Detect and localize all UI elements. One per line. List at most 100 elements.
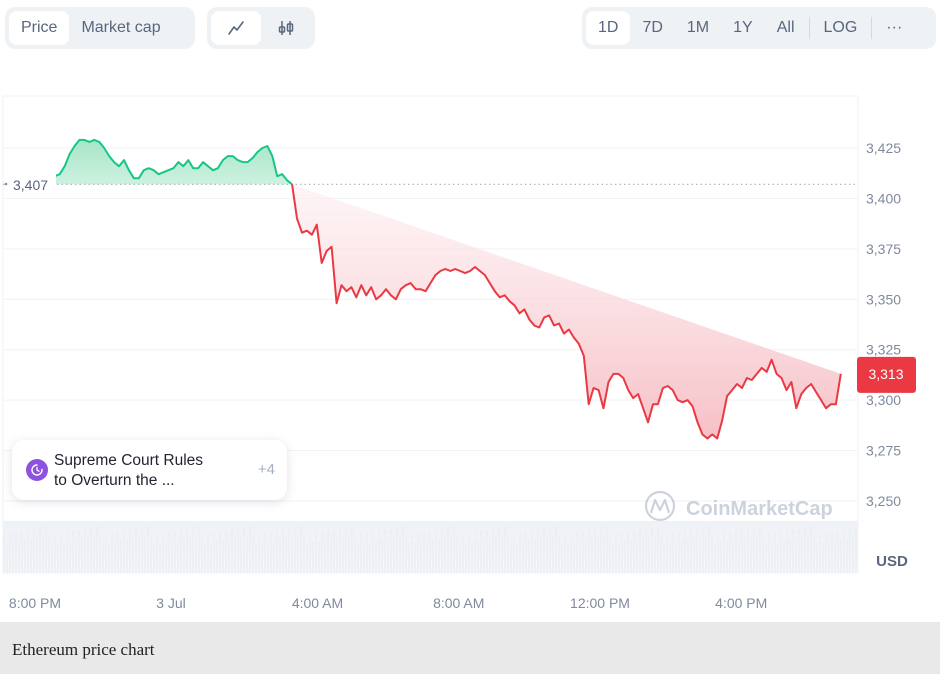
reference-price-tag: 3,407 xyxy=(4,174,56,194)
volume-bar xyxy=(102,543,104,573)
volume-bar xyxy=(162,533,164,573)
volume-bar xyxy=(633,531,635,573)
volume-bar xyxy=(204,543,206,573)
volume-bar xyxy=(141,528,143,573)
volume-bar xyxy=(402,527,404,573)
volume-bar xyxy=(456,535,458,573)
volume-bar xyxy=(777,541,779,573)
volume-bar xyxy=(156,534,158,573)
volume-bar xyxy=(318,541,320,573)
volume-bar xyxy=(468,533,470,573)
volume-bar xyxy=(186,529,188,573)
volume-bar xyxy=(219,532,221,573)
volume-bar xyxy=(486,530,488,573)
volume-bar xyxy=(735,531,737,573)
volume-bar xyxy=(288,529,290,573)
volume-bar xyxy=(411,534,413,573)
volume-bar xyxy=(813,535,815,573)
volume-bar xyxy=(345,528,347,573)
volume-bar xyxy=(210,542,212,573)
volume-bar xyxy=(693,538,695,573)
x-tick-label: 8:00 AM xyxy=(433,595,484,611)
volume-bar xyxy=(642,538,644,573)
volume-bar xyxy=(69,540,71,573)
volume-bar xyxy=(180,530,182,573)
volume-bar xyxy=(711,535,713,573)
volume-bar xyxy=(87,537,89,573)
volume-bar xyxy=(759,527,761,573)
volume-bar xyxy=(450,536,452,573)
volume-bar xyxy=(480,531,482,573)
news-headline[interactable]: Supreme Court Rules to Overturn the ... xyxy=(54,451,244,491)
volume-bar xyxy=(492,529,494,573)
volume-bar xyxy=(663,543,665,573)
volume-bar xyxy=(435,530,437,573)
volume-bar xyxy=(507,535,509,573)
volume-bar xyxy=(729,532,731,573)
price-chart[interactable]: 3,250 3,275 3,300 3,325 3,350 3,375 3,400 3,425… xyxy=(0,0,940,622)
news-marker-card[interactable]: Supreme Court Rules to Overturn the ... … xyxy=(12,440,287,500)
volume-bar xyxy=(771,542,773,573)
volume-bar xyxy=(540,538,542,573)
volume-bar xyxy=(807,536,809,573)
volume-bar xyxy=(378,531,380,573)
y-tick-label: 3,425 xyxy=(866,140,901,156)
volume-bar xyxy=(387,538,389,573)
y-tick-label: 3,250 xyxy=(866,493,901,509)
volume-bar xyxy=(423,532,425,573)
volume-bar xyxy=(342,537,344,573)
volume-bar xyxy=(231,530,233,573)
volume-bar xyxy=(843,530,845,573)
volume-bar xyxy=(123,531,125,573)
volume-bar xyxy=(786,531,788,573)
x-tick-label: 12:00 PM xyxy=(570,595,630,611)
volume-bar xyxy=(9,533,11,573)
volume-bar xyxy=(681,540,683,573)
volume-bar xyxy=(489,538,491,573)
volume-bar xyxy=(672,533,674,573)
volume-bar xyxy=(255,543,257,573)
volume-bar xyxy=(753,528,755,573)
volume-bar xyxy=(462,534,464,573)
volume-bar xyxy=(534,539,536,573)
volume-bar xyxy=(837,531,839,573)
volume-bar xyxy=(795,538,797,573)
volume-bar xyxy=(126,539,128,573)
y-axis: 3,250 3,275 3,300 3,325 3,350 3,375 3,400 3,425 xyxy=(866,140,901,509)
volume-bar xyxy=(588,530,590,573)
volume-bar xyxy=(630,540,632,573)
news-more-count[interactable]: +4 xyxy=(258,461,275,478)
volume-bar xyxy=(108,542,110,573)
volume-bar xyxy=(15,532,17,573)
volume-bar xyxy=(636,539,638,573)
volume-bar xyxy=(804,528,806,573)
volume-bar xyxy=(372,532,374,573)
volume-bar xyxy=(651,528,653,573)
volume-bar xyxy=(654,536,656,573)
volume-bar xyxy=(78,530,80,573)
volume-bar xyxy=(789,539,791,573)
volume-bar xyxy=(840,539,842,573)
volume-bar xyxy=(249,527,251,573)
volume-bar xyxy=(159,542,161,573)
volume-bar xyxy=(3,534,5,573)
volume-bar xyxy=(90,528,92,573)
volume-bar xyxy=(174,531,176,573)
volume-bar xyxy=(849,529,851,573)
volume-bars xyxy=(3,521,858,573)
volume-bar xyxy=(669,542,671,573)
volume-bar xyxy=(447,528,449,573)
volume-bar xyxy=(336,538,338,573)
volume-bar xyxy=(690,530,692,573)
volume-bar xyxy=(414,542,416,573)
volume-bar xyxy=(510,543,512,573)
volume-bar xyxy=(354,535,356,573)
volume-bar xyxy=(237,529,239,573)
volume-bar xyxy=(516,542,518,573)
volume-bar xyxy=(684,531,686,573)
volume-bar xyxy=(114,541,116,573)
volume-bar xyxy=(270,532,272,573)
volume-bar xyxy=(60,533,62,573)
volume-bar xyxy=(57,542,59,573)
volume-bar xyxy=(591,538,593,573)
